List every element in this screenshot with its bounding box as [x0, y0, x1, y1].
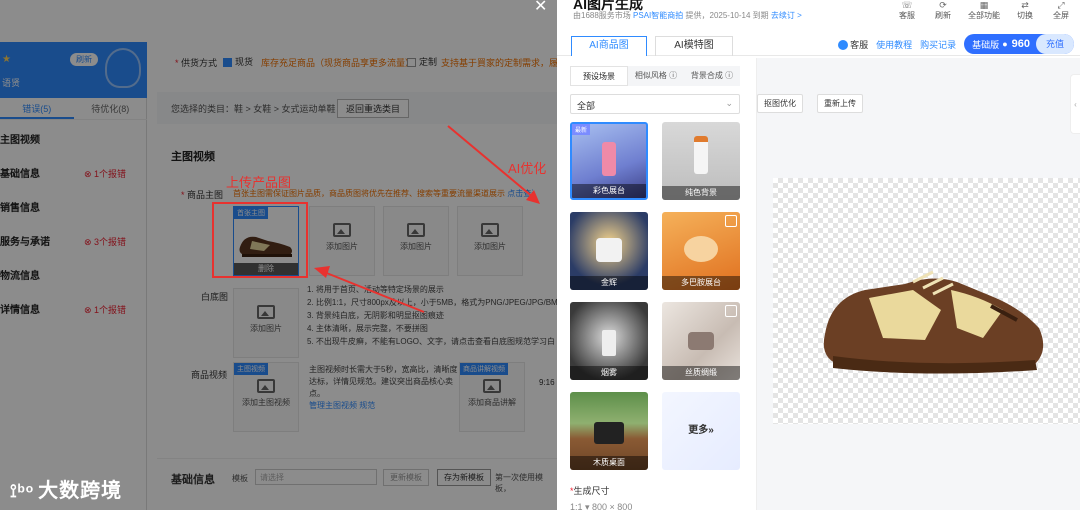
product-jar	[596, 238, 622, 262]
scene-filter-select[interactable]: 全部 ⌄	[570, 94, 740, 114]
cutout-optimize-button[interactable]: 抠图优化	[757, 94, 803, 113]
tool-refresh[interactable]: ⟳ 刷新	[930, 0, 956, 21]
plan-badge: 基础版 ● 960 充值	[964, 34, 1074, 54]
tool-all-features[interactable]: ▦ 全部功能	[966, 0, 1002, 21]
credits-icon: ●	[1002, 39, 1008, 49]
scene-sub-tabs: 预设场景 相似风格 ⓘ 背景合成 ⓘ	[570, 66, 740, 86]
product-cream-jar	[688, 332, 714, 350]
tab-ai-model[interactable]: AI模特图	[655, 36, 733, 56]
template-icon	[725, 215, 737, 227]
panel-meta: 由1688服务市场 PSAI智能商拍 提供，2025-10-14 到期 去续订 …	[573, 11, 802, 20]
panel-toolbar: ☏ 客服 ⟳ 刷新 ▦ 全部功能 ⇄ 切换 ⤢ 全屏	[894, 0, 1074, 21]
account-actions: 客服 使用教程 购买记录 基础版 ● 960 充值	[838, 34, 1074, 54]
brand-link[interactable]: PSAI智能商拍	[633, 11, 683, 20]
scene-label: 木质桌面	[570, 456, 648, 470]
product-perfume	[602, 330, 616, 356]
scene-tile[interactable]: 烟雾	[570, 302, 648, 380]
purchase-history-link[interactable]: 购买记录	[920, 38, 956, 51]
transparent-canvas	[773, 178, 1080, 424]
scene-tile[interactable]: 最新 彩色展台	[570, 122, 648, 200]
template-icon	[725, 305, 737, 317]
scene-tile[interactable]: 金辉	[570, 212, 648, 290]
scene-tile[interactable]: 木质桌面	[570, 392, 648, 470]
scene-label: 烟雾	[570, 366, 648, 380]
tutorial-link[interactable]: 使用教程	[876, 38, 912, 51]
product-bottle	[602, 142, 616, 176]
upload-highlight-box	[212, 202, 308, 278]
upload-annotation: 上传产品图	[226, 175, 292, 190]
apps-icon: ▦	[979, 0, 989, 10]
collapse-handle[interactable]: ‹	[1070, 74, 1080, 134]
tab-preset-scene[interactable]: 预设场景	[570, 66, 628, 86]
scene-label: 丝质绸缎	[662, 366, 740, 380]
chevron-down-icon: ⌄	[725, 98, 733, 108]
ai-annotation: AI优化	[508, 161, 547, 176]
ai-image-panel: AI图片生成 由1688服务市场 PSAI智能商拍 提供，2025-10-14 …	[557, 0, 1080, 510]
canvas-actions: 抠图优化 重新上传	[757, 94, 863, 113]
tab-similar-style[interactable]: 相似风格 ⓘ	[628, 66, 684, 86]
scene-panel: 预设场景 相似风格 ⓘ 背景合成 ⓘ 全部⌄ 最新 彩色展台 纯色背景 金辉	[557, 58, 757, 510]
scene-label: 纯色背景	[662, 186, 740, 200]
more-scenes-button[interactable]: 更多»	[662, 392, 740, 470]
tool-fullscreen[interactable]: ⤢ 全屏	[1048, 0, 1074, 21]
headset-icon: ☏	[901, 0, 913, 10]
new-tag: 最新	[572, 124, 591, 135]
scene-label: 金辉	[570, 276, 648, 290]
size-label: 生成尺寸	[570, 484, 610, 497]
product-camera	[594, 422, 624, 444]
scene-label: 彩色展台	[572, 184, 646, 198]
scene-tile[interactable]: 纯色背景	[662, 122, 740, 200]
watermark: ⟟ᵇᵒ 大数跨境	[10, 480, 123, 502]
recharge-button[interactable]: 充值	[1035, 34, 1074, 54]
switch-icon: ⇄	[1021, 0, 1029, 10]
panel-header: AI图片生成 由1688服务市场 PSAI智能商拍 提供，2025-10-14 …	[557, 0, 1080, 28]
service-icon	[838, 40, 849, 51]
product-stroller	[684, 236, 718, 262]
shoe-preview	[823, 270, 1044, 374]
tab-ai-product[interactable]: AI商品图	[571, 36, 647, 56]
close-icon[interactable]: ✕	[534, 0, 547, 16]
preview-canvas: ‹	[757, 58, 1080, 510]
product-bottle	[694, 136, 708, 174]
reupload-button[interactable]: 重新上传	[817, 94, 863, 113]
scene-tile[interactable]: 丝质绸缎	[662, 302, 740, 380]
renew-link[interactable]: 去续订 >	[771, 11, 802, 20]
scene-tile[interactable]: 多巴胺展台	[662, 212, 740, 290]
brand-logo-icon: ⟟ᵇᵒ	[10, 481, 35, 501]
scene-label: 多巴胺展台	[662, 276, 740, 290]
credits-count: 960	[1011, 38, 1030, 50]
tool-switch[interactable]: ⇄ 切换	[1012, 0, 1038, 21]
size-selector[interactable]: 1:1 ▾ 800 × 800	[570, 502, 632, 510]
tab-bg-compose[interactable]: 背景合成 ⓘ	[684, 66, 740, 86]
service-link[interactable]: 客服	[838, 38, 868, 51]
tool-service[interactable]: ☏ 客服	[894, 0, 920, 21]
fullscreen-icon: ⤢	[1057, 0, 1065, 10]
refresh-icon: ⟳	[939, 0, 947, 10]
